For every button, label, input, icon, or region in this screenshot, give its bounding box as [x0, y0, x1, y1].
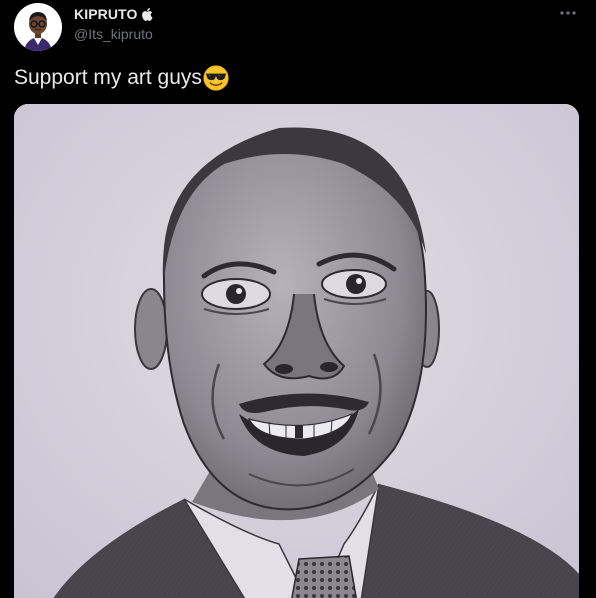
author-name-row[interactable]: KIPRUTO [74, 5, 154, 23]
tweet-media-photo[interactable] [14, 104, 579, 598]
pencil-portrait-drawing-image [14, 104, 579, 598]
tweet: KIPRUTO @Its_kipruto Support my art guys [0, 0, 596, 598]
tweet-text-body: Support my art guys [14, 66, 202, 89]
more-options-button[interactable] [556, 4, 580, 22]
apple-icon [141, 7, 154, 21]
display-name[interactable]: KIPRUTO [74, 6, 137, 22]
more-dots-icon [560, 11, 576, 15]
tweet-text: Support my art guys [14, 64, 229, 92]
smiling-face-with-sunglasses-icon [203, 65, 229, 91]
avatar[interactable] [14, 3, 62, 51]
avatar-cartoon-icon [14, 3, 62, 51]
author-handle[interactable]: @Its_kipruto [74, 26, 153, 42]
